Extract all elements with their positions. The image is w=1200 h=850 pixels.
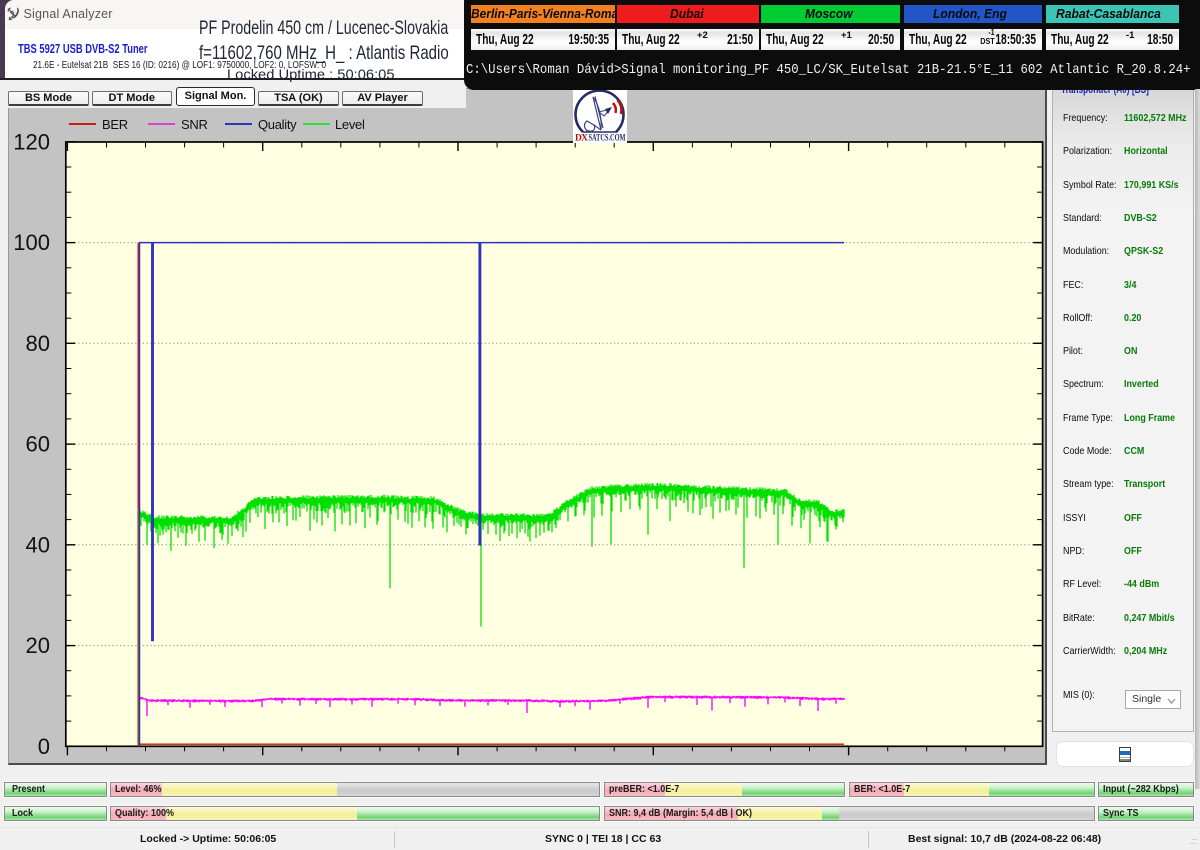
svg-text:60: 60	[26, 432, 50, 457]
svg-text:SATCS.COM: SATCS.COM	[589, 134, 626, 144]
svg-text:20: 20	[26, 633, 50, 658]
svg-text:BER: BER	[102, 117, 128, 132]
svg-text:40: 40	[26, 532, 50, 557]
svg-text:80: 80	[26, 331, 50, 356]
svg-text:100: 100	[13, 230, 50, 255]
svg-text:Level: Level	[335, 117, 365, 132]
svg-text:0: 0	[38, 734, 50, 759]
svg-text:SNR: SNR	[181, 117, 208, 132]
svg-text:DX: DX	[575, 134, 588, 144]
svg-text:Quality: Quality	[258, 117, 297, 132]
svg-text:120: 120	[13, 129, 50, 154]
